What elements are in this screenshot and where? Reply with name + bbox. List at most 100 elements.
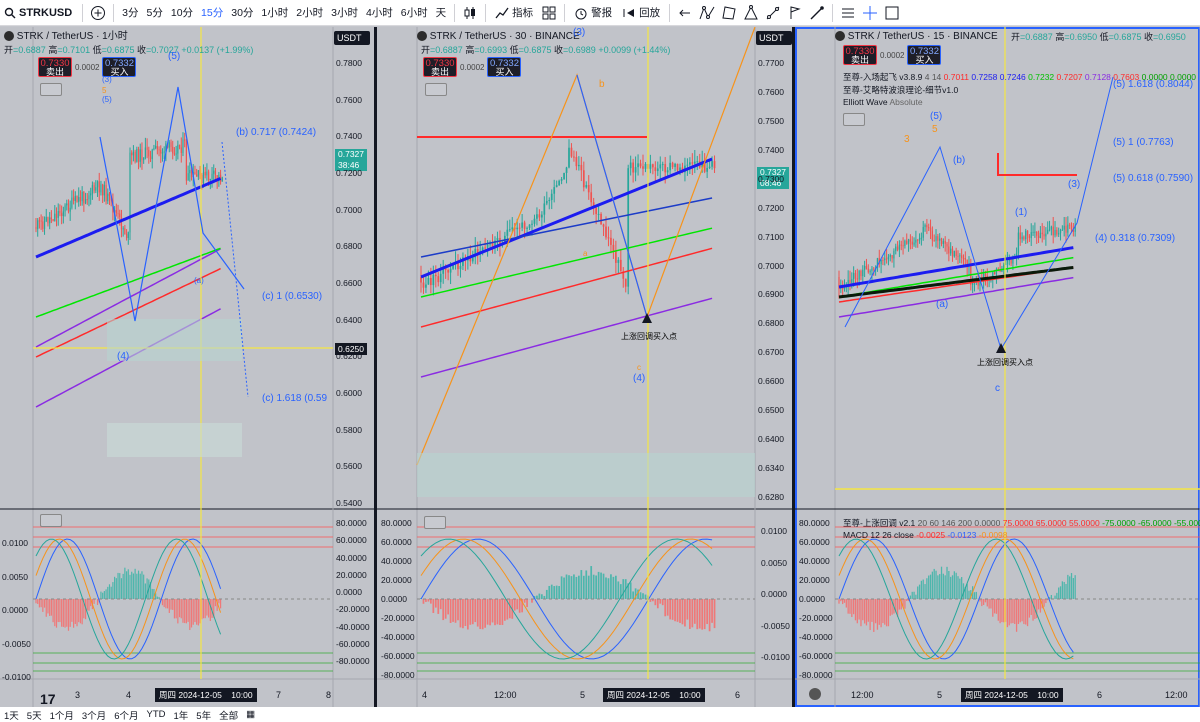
candles-icon[interactable] [459,2,481,24]
osc-histogram-bar [986,599,988,607]
candle-body [708,166,711,168]
range-3m[interactable]: 3个月 [78,708,110,722]
collapse-legend-button[interactable] [425,83,447,96]
range-5y[interactable]: 5年 [192,708,215,722]
pane1-annot-c1618: (c) 1.618 (0.59 [262,393,328,404]
fullscreen-icon[interactable] [881,2,903,24]
osc-histogram-bar [942,573,944,599]
compare-add-icon[interactable] [87,2,109,24]
symbol-search[interactable]: STRKUSD [0,7,78,19]
trend-line-icon[interactable] [762,2,784,24]
sell-button[interactable]: 0.7330 卖出 [423,57,457,77]
timeframe-15m[interactable]: 15分 [197,5,227,20]
collapse-oscillator-button[interactable] [424,516,446,529]
osc-histogram-bar [959,578,961,599]
pane1-currency-unit[interactable]: USDT [334,31,370,45]
timeframe-30m[interactable]: 30分 [227,5,257,20]
chart-pane-15m[interactable]: STRK / TetherUS · 15 · BINANCE 开=0.6887 … [795,27,1200,707]
chart-canvas-30m[interactable] [377,27,792,707]
timeframe-6h[interactable]: 6小时 [397,5,432,20]
alert-button[interactable]: 警报 [569,5,617,20]
crosshair-icon[interactable] [859,2,881,24]
timeframe-2h[interactable]: 2小时 [292,5,327,20]
time-axis-label: 5 [580,690,586,700]
layout-grid-icon[interactable] [538,2,560,24]
osc-histogram-bar [595,575,597,599]
timeframe-1h[interactable]: 1小时 [257,5,292,20]
flag-icon[interactable] [784,2,806,24]
price-axis-label: 0.6900 [758,289,784,300]
range-6m[interactable]: 6个月 [110,708,142,722]
candle-body [484,247,486,249]
elliott-wave-line [844,76,1114,351]
toolbar-separator [82,3,84,22]
osc-histogram-bar [590,566,593,599]
buy-button[interactable]: 0.7332 买入 [907,45,942,65]
timeframe-1d[interactable]: 天 [432,5,451,20]
brush-icon[interactable] [806,2,828,24]
sell-button[interactable]: 0.7330 卖出 [38,57,72,77]
date-range-icon[interactable]: ▦ [242,709,259,720]
candle-body [1043,234,1045,237]
osc-histogram-bar [553,586,556,599]
timeframe-5m[interactable]: 5分 [143,5,167,20]
timeframe-4h[interactable]: 4小时 [362,5,397,20]
osc-histogram-bar [605,577,607,599]
buy-button[interactable]: 0.7332 买入 [102,57,137,77]
replay-button[interactable]: 回放 [617,5,665,20]
osc-histogram-bar [432,599,435,613]
candle-body [131,152,133,156]
timeframe-10m[interactable]: 10分 [167,5,197,20]
candle-body [862,269,864,277]
pane3-annot-b: (b) [953,155,966,166]
candle-body [459,265,462,270]
candle-body [984,273,987,276]
candle-body [541,214,543,218]
candle-body [842,287,844,290]
osc-histogram-bar [843,599,846,603]
range-5d[interactable]: 5天 [23,708,46,722]
range-all[interactable]: 全部 [215,708,242,722]
alert-label: 警报 [591,7,613,19]
shape-tool-icon[interactable] [718,2,740,24]
range-1d[interactable]: 1天 [0,708,23,722]
arrow-left-icon[interactable] [674,2,696,24]
indicators-button[interactable]: 指标 [490,5,538,20]
osc-histogram-bar [950,576,952,599]
pane2-currency-unit[interactable]: USDT [756,31,792,45]
collapse-oscillator-button[interactable] [40,514,62,527]
osc-histogram-bar [940,566,943,599]
candle-body [486,244,489,248]
triangle-pattern-icon[interactable] [740,2,762,24]
pane2-title: STRK / TetherUS · 30 · BINANCE [429,31,580,42]
chart-canvas-1h[interactable] [0,27,374,707]
pane1-trade-box: 0.7330 卖出 0.0002 0.7332 买入 [38,57,137,77]
go-to-realtime-icon[interactable] [809,688,821,700]
buy-button[interactable]: 0.7332 买入 [487,57,522,77]
sell-button[interactable]: 0.7330 卖出 [843,45,877,65]
candle-body [148,149,150,157]
osc-histogram-bar [563,577,565,599]
price-axis-label: 0.0000 [336,587,362,597]
chart-pane-1h[interactable]: STRK / TetherUS · 1小时 开=0.6887 高=0.7101 … [0,27,374,707]
pattern-tool-icon[interactable] [696,2,718,24]
menu-icon[interactable] [837,2,859,24]
collapse-legend-button[interactable] [40,83,62,96]
candle-body [904,240,906,246]
range-1y[interactable]: 1年 [169,708,192,722]
range-1m[interactable]: 1个月 [46,708,78,722]
collapse-legend-button[interactable] [843,113,865,126]
candle-body [555,185,558,188]
candle-body [208,171,210,181]
osc-histogram-bar [81,599,83,625]
range-ytd[interactable]: YTD [142,709,169,720]
indicator1-value: 0.7258 [971,72,998,82]
timeframe-3m[interactable]: 3分 [118,5,142,20]
candle-body [1056,229,1058,235]
candle-body [151,149,153,160]
chart-pane-30m[interactable]: STRK / TetherUS · 30 · BINANCE 开=0.6887 … [377,27,792,707]
timeframe-3h[interactable]: 3小时 [327,5,362,20]
osc-histogram-bar [496,599,499,625]
osc-histogram-bar [946,566,948,599]
candle-body [518,227,521,229]
